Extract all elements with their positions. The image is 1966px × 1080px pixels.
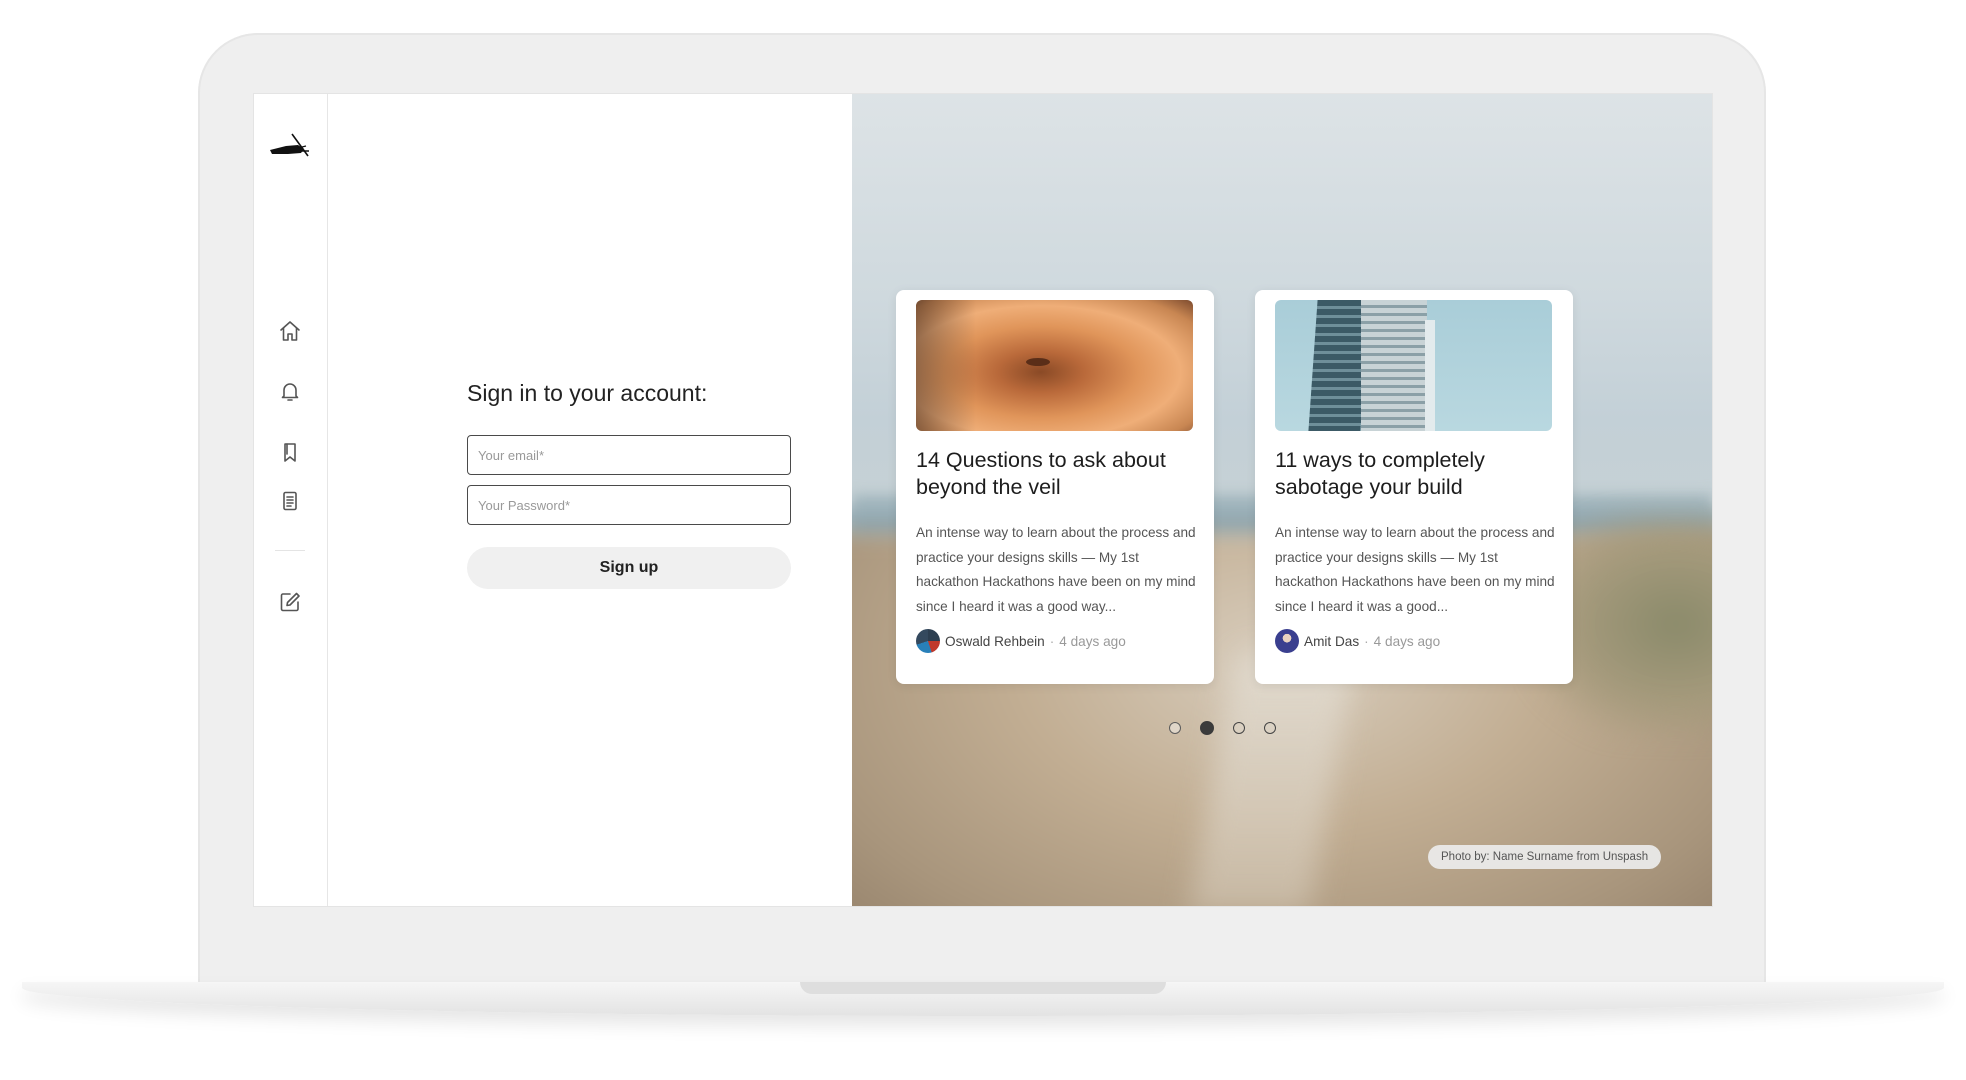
password-field[interactable]	[467, 485, 791, 525]
post-time: 4 days ago	[1059, 633, 1126, 649]
image-shade	[916, 300, 976, 431]
carousel-dot-2[interactable]	[1200, 721, 1214, 735]
carousel-dot-1[interactable]	[1169, 722, 1181, 734]
author-name[interactable]: Amit Das	[1304, 634, 1359, 649]
bell-icon[interactable]	[275, 376, 305, 406]
home-icon[interactable]	[275, 316, 305, 346]
meta-separator: ·	[1049, 633, 1055, 649]
carousel-dot-3[interactable]	[1233, 722, 1245, 734]
building-edge	[1425, 320, 1435, 431]
article-excerpt: An intense way to learn about the proces…	[916, 525, 1196, 614]
post-time: 4 days ago	[1373, 633, 1441, 649]
signin-title: Sign in to your account:	[467, 380, 708, 406]
article-title[interactable]: 14 Questions to ask about beyond the vei…	[916, 447, 1201, 501]
article-card[interactable]: 11 ways to completely sabotage your buil…	[1255, 290, 1573, 684]
hand-writing-logo[interactable]	[268, 132, 312, 162]
article-meta: Oswald Rehbein · 4 days ago	[916, 629, 1126, 653]
article-image	[916, 300, 1193, 431]
laptop-notch	[800, 982, 1166, 994]
article-image	[1275, 300, 1552, 431]
hero-panel: 14 Questions to ask about beyond the vei…	[852, 94, 1712, 906]
bookmark-icon[interactable]	[275, 437, 305, 467]
meta-separator: ·	[1364, 633, 1369, 649]
building-right	[1361, 300, 1427, 431]
document-icon[interactable]	[275, 486, 305, 516]
article-meta: Amit Das · 4 days ago	[1275, 629, 1440, 653]
eye-shape	[1026, 358, 1050, 366]
signup-button[interactable]: Sign up	[467, 547, 791, 589]
carousel-dot-4[interactable]	[1264, 722, 1276, 734]
email-field[interactable]	[467, 435, 791, 475]
article-excerpt: An intense way to learn about the proces…	[1275, 525, 1555, 614]
avatar[interactable]	[1275, 629, 1299, 653]
app-screen: Sign in to your account: Sign up 14 Ques…	[254, 94, 1712, 906]
article-card[interactable]: 14 Questions to ask about beyond the vei…	[896, 290, 1214, 684]
photo-credit[interactable]: Photo by: Name Surname from Unspash	[1428, 845, 1662, 869]
sidebar-divider	[275, 550, 305, 551]
avatar[interactable]	[916, 629, 940, 653]
carousel-dots	[1169, 721, 1276, 735]
signin-form: Sign in to your account: Sign up	[467, 380, 791, 589]
sidebar	[254, 94, 328, 906]
author-name[interactable]: Oswald Rehbein	[945, 634, 1045, 649]
article-title[interactable]: 11 ways to completely sabotage your buil…	[1275, 447, 1560, 501]
edit-icon[interactable]	[275, 587, 305, 617]
